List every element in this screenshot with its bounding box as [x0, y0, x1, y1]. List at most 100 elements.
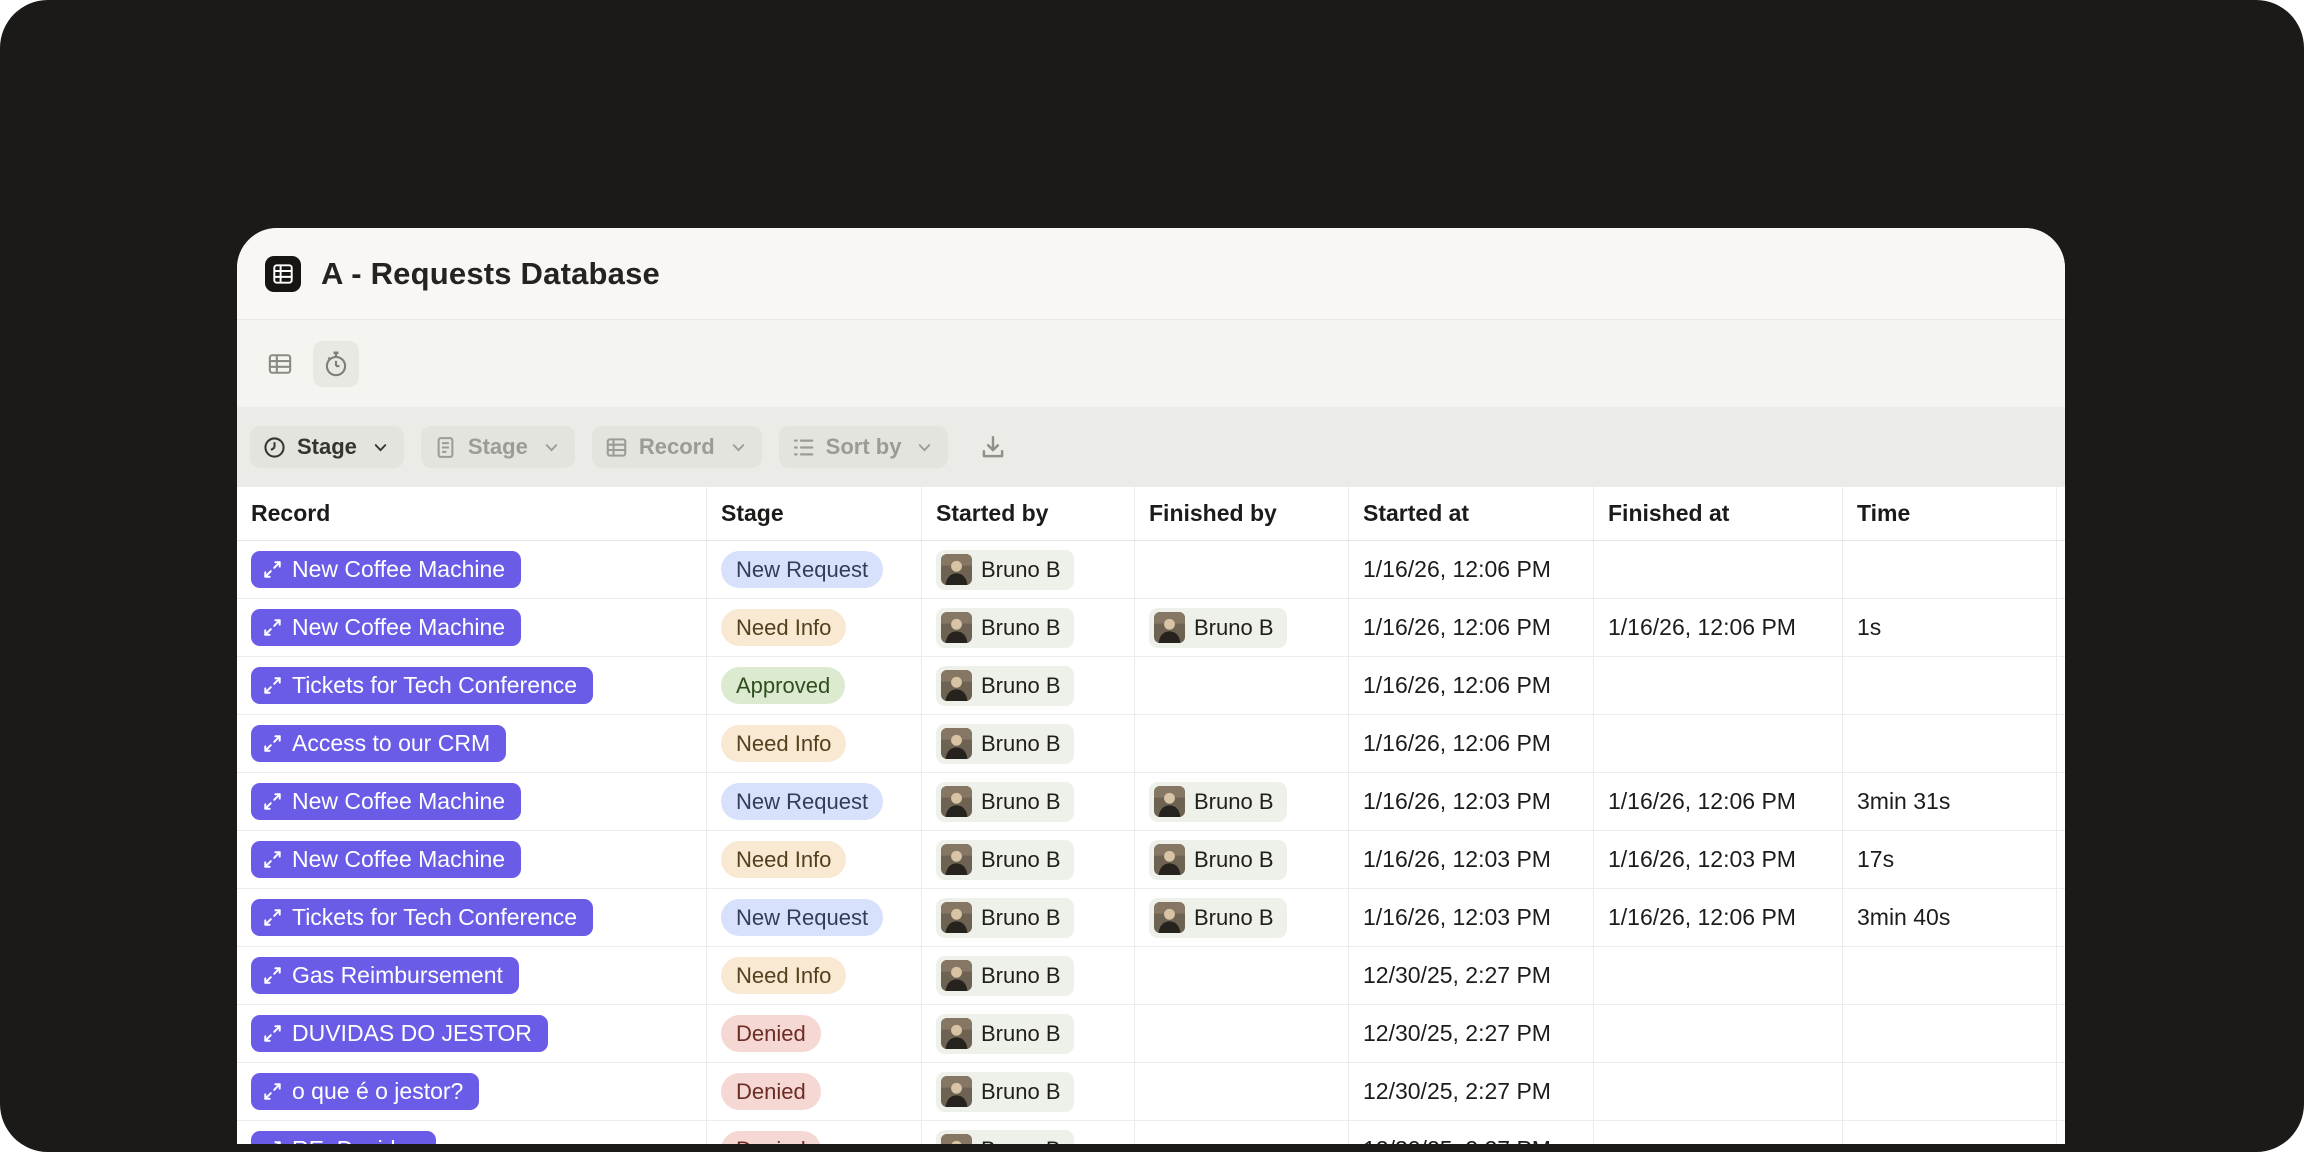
download-button[interactable]: [979, 433, 1007, 461]
column-header-record[interactable]: Record: [237, 487, 707, 540]
person-name: Bruno B: [981, 673, 1061, 699]
filter-stage-timing-button[interactable]: Stage: [250, 426, 404, 468]
record-pill[interactable]: Access to our CRM: [251, 725, 506, 762]
person-name: Bruno B: [981, 847, 1061, 873]
finished-at-cell: [1594, 657, 1843, 714]
finished-at-value: 1/16/26, 12:03 PM: [1608, 846, 1796, 873]
record-title: New Coffee Machine: [292, 788, 505, 815]
finished-at-cell: [1594, 1121, 1843, 1144]
record-pill[interactable]: RE: Duvidas: [251, 1131, 436, 1144]
stage-cell: Need Info: [707, 947, 922, 1004]
person-name: Bruno B: [981, 615, 1061, 641]
column-header-finished-at[interactable]: Finished at: [1594, 487, 1843, 540]
row-filler: [2057, 657, 2065, 714]
row-filler: [2057, 889, 2065, 946]
avatar: [941, 554, 972, 585]
finished-at-cell: [1594, 715, 1843, 772]
record-pill[interactable]: New Coffee Machine: [251, 841, 521, 878]
finished-by-cell: Bruno B: [1135, 831, 1349, 888]
record-pill[interactable]: o que é o jestor?: [251, 1073, 479, 1110]
person-name: Bruno B: [981, 905, 1061, 931]
record-pill[interactable]: Tickets for Tech Conference: [251, 899, 593, 936]
record-pill[interactable]: Gas Reimbursement: [251, 957, 519, 994]
stage-cell: New Request: [707, 889, 922, 946]
table-row: Tickets for Tech Conference New Request Br…: [237, 889, 2065, 947]
avatar: [941, 1134, 972, 1144]
started-at-value: 12/30/25, 2:27 PM: [1363, 1136, 1551, 1144]
record-title: RE: Duvidas: [292, 1136, 420, 1144]
record-cell: RE: Duvidas: [237, 1121, 707, 1144]
started-at-cell: 12/30/25, 2:27 PM: [1349, 1063, 1594, 1120]
started-at-value: 1/16/26, 12:06 PM: [1363, 556, 1551, 583]
sort-by-button[interactable]: Sort by: [779, 426, 949, 468]
started-at-value: 1/16/26, 12:03 PM: [1363, 904, 1551, 931]
person-chip: Bruno B: [936, 1014, 1074, 1054]
dark-window-frame: A - Requests Database: [0, 0, 2304, 1152]
expand-icon: [262, 559, 283, 580]
title-bar: A - Requests Database: [237, 228, 2065, 320]
stage-badge: New Request: [721, 551, 883, 588]
time-cell: [1843, 715, 2057, 772]
table-view-tab[interactable]: [265, 341, 295, 387]
stage-badge: Need Info: [721, 841, 846, 878]
record-title: DUVIDAS DO JESTOR: [292, 1020, 532, 1047]
record-title: New Coffee Machine: [292, 556, 505, 583]
expand-icon: [262, 965, 283, 986]
column-header-started-by[interactable]: Started by: [922, 487, 1135, 540]
record-pill[interactable]: New Coffee Machine: [251, 609, 521, 646]
table-row: New Coffee Machine New Request Bruno B Brun…: [237, 773, 2065, 831]
started-at-value: 1/16/26, 12:06 PM: [1363, 614, 1551, 641]
record-cell: Tickets for Tech Conference: [237, 889, 707, 946]
started-at-value: 12/30/25, 2:27 PM: [1363, 1020, 1551, 1047]
time-cell: [1843, 1005, 2057, 1062]
table-row: New Coffee Machine New Request Bruno B 1/16…: [237, 541, 2065, 599]
timing-view-tab[interactable]: [313, 341, 359, 387]
record-cell: New Coffee Machine: [237, 831, 707, 888]
column-header-stage[interactable]: Stage: [707, 487, 922, 540]
person-chip: Bruno B: [936, 550, 1074, 590]
person-name: Bruno B: [981, 1021, 1061, 1047]
expand-icon: [262, 1139, 283, 1144]
column-header-finished-by[interactable]: Finished by: [1135, 487, 1349, 540]
avatar: [941, 960, 972, 991]
person-chip: Bruno B: [936, 898, 1074, 938]
filter-stage-button[interactable]: Stage: [421, 426, 575, 468]
started-by-cell: Bruno B: [922, 599, 1135, 656]
person-name: Bruno B: [981, 963, 1061, 989]
record-pill[interactable]: New Coffee Machine: [251, 783, 521, 820]
finished-by-cell: [1135, 541, 1349, 598]
filter-record-button[interactable]: Record: [592, 426, 762, 468]
person-chip: Bruno B: [936, 1072, 1074, 1112]
view-toolbar: [237, 320, 2065, 407]
time-value: 3min 40s: [1857, 904, 1950, 931]
record-pill[interactable]: DUVIDAS DO JESTOR: [251, 1015, 548, 1052]
started-at-value: 1/16/26, 12:03 PM: [1363, 788, 1551, 815]
table-row: Access to our CRMNeed InfoBruno B1/16/26…: [237, 715, 2065, 773]
table-row: New Coffee MachineNeed InfoBruno BBruno …: [237, 599, 2065, 657]
download-icon: [979, 433, 1007, 461]
finished-at-cell: 1/16/26, 12:06 PM: [1594, 599, 1843, 656]
avatar: [941, 786, 972, 817]
time-cell: [1843, 1121, 2057, 1144]
stage-cell: Denied: [707, 1063, 922, 1120]
column-header-started-at[interactable]: Started at: [1349, 487, 1594, 540]
list-document-icon: [433, 435, 458, 460]
person-chip: Bruno B: [936, 666, 1074, 706]
stage-cell: Approved: [707, 657, 922, 714]
record-pill[interactable]: New Coffee Machine: [251, 551, 521, 588]
finished-at-cell: [1594, 1063, 1843, 1120]
row-filler: [2057, 831, 2065, 888]
person-name: Bruno B: [1194, 789, 1274, 815]
started-by-cell: Bruno B: [922, 657, 1135, 714]
column-header-time[interactable]: Time: [1843, 487, 2057, 540]
started-by-cell: Bruno B: [922, 715, 1135, 772]
time-cell: 17s: [1843, 831, 2057, 888]
record-pill[interactable]: Tickets for Tech Conference: [251, 667, 593, 704]
started-at-cell: 1/16/26, 12:03 PM: [1349, 831, 1594, 888]
person-chip: Bruno B: [936, 724, 1074, 764]
stage-badge: New Request: [721, 783, 883, 820]
person-name: Bruno B: [981, 789, 1061, 815]
chevron-down-icon: [371, 438, 390, 457]
record-cell: New Coffee Machine: [237, 599, 707, 656]
table-row: Gas ReimbursementNeed InfoBruno B12/30/2…: [237, 947, 2065, 1005]
